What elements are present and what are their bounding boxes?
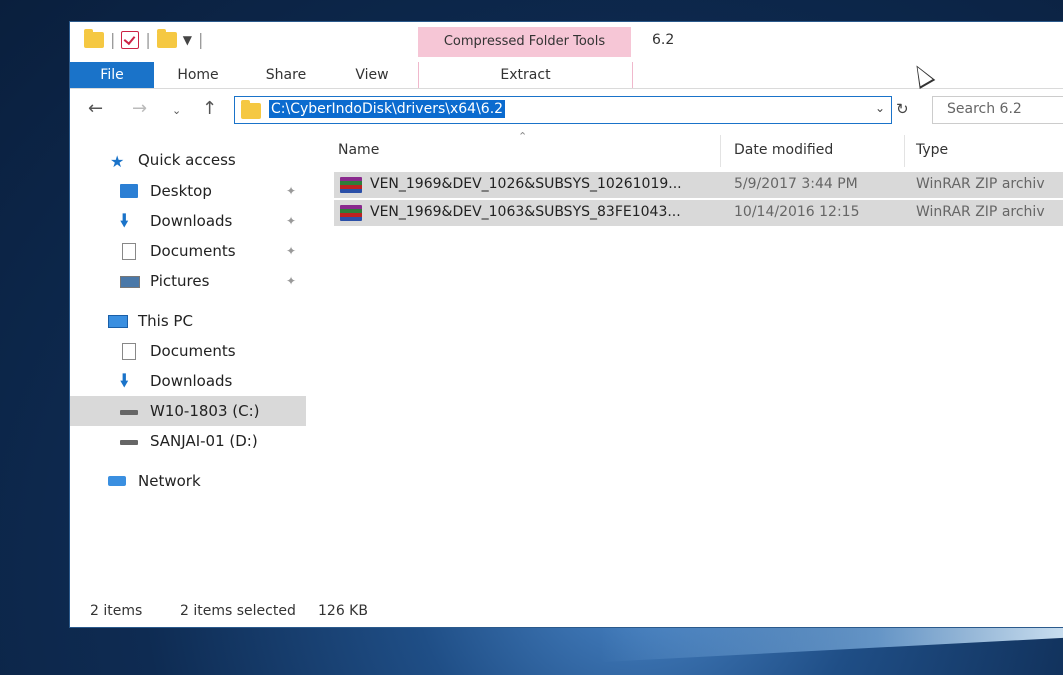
recent-locations-chevron-icon[interactable]: ⌄ [172,104,181,117]
toolbar-separator: | [110,30,116,49]
chevron-down-icon[interactable]: ⌄ [875,101,885,115]
sidebar-item-label: Documents [150,342,236,360]
file-type: WinRAR ZIP archiv [916,204,1045,220]
sidebar-item-downloads[interactable]: 🠛 Downloads ✦ [70,206,306,236]
pin-icon[interactable]: ✦ [286,206,296,236]
file-type: WinRAR ZIP archiv [916,176,1045,192]
column-divider[interactable] [720,135,721,167]
refresh-icon[interactable]: ↻ [896,100,909,118]
sidebar-item-pc-downloads[interactable]: 🠛 Downloads [70,366,306,396]
sidebar-item-desktop[interactable]: Desktop ✦ [70,176,306,206]
column-header-name[interactable]: Name [338,142,379,158]
customize-toolbar-icon[interactable]: ▼ [183,33,192,47]
tab-home[interactable]: Home [168,62,228,88]
pin-icon[interactable]: ✦ [286,176,296,206]
up-arrow-icon[interactable]: ↑ [202,98,217,119]
pin-icon[interactable]: ✦ [286,236,296,266]
file-row[interactable]: VEN_1969&DEV_1026&SUBSYS_10261019... 5/9… [334,172,1063,198]
search-placeholder: Search 6.2 [947,101,1022,117]
search-input[interactable]: Search 6.2 [932,96,1063,124]
pc-icon [108,315,128,328]
column-header-row: ⌃ Name Date modified Type [332,130,1063,170]
new-folder-icon[interactable] [156,28,177,48]
tab-view[interactable]: View [342,62,402,88]
download-icon: 🠛 [120,211,129,231]
sidebar-item-drive-d[interactable]: SANJAI-01 (D:) [70,426,306,456]
sidebar-item-this-pc[interactable]: This PC [70,306,306,336]
ribbon-divider [70,88,1063,89]
sidebar-item-quick-access[interactable]: ★ Quick access [70,144,306,176]
address-bar-row: ← → ⌄ ↑ C:\CyberIndoDisk\drivers\x64\6.2… [70,92,1063,130]
title-bar: | | ▼ | Compressed Folder Tools 6.2 [70,22,1063,62]
file-name: VEN_1969&DEV_1063&SUBSYS_83FE1043... [370,204,681,220]
properties-icon[interactable] [121,30,140,49]
desktop-icon [120,184,138,198]
selection-size: 126 KB [318,603,368,619]
sidebar-item-label: Downloads [150,212,233,230]
sidebar-item-label: SANJAI-01 (D:) [150,432,258,450]
sidebar-item-label: Downloads [150,372,233,390]
compressed-folder-tools-label: Compressed Folder Tools [418,27,631,57]
sort-ascending-icon: ⌃ [518,130,528,143]
pin-icon[interactable]: ✦ [286,266,296,296]
winrar-archive-icon [340,205,362,221]
file-name: VEN_1969&DEV_1026&SUBSYS_10261019... [370,176,682,192]
sidebar-item-documents[interactable]: Documents ✦ [70,236,306,266]
drive-icon [120,440,138,445]
column-header-date[interactable]: Date modified [734,142,833,158]
sidebar-item-network[interactable]: Network [70,466,306,496]
tab-extract[interactable]: Extract [418,62,633,88]
documents-icon [122,243,136,260]
toolbar-separator: | [198,30,204,49]
item-count: 2 items [90,603,143,619]
winrar-archive-icon [340,177,362,193]
sidebar-item-label: Desktop [150,182,212,200]
sidebar-item-pictures[interactable]: Pictures ✦ [70,266,306,296]
star-icon: ★ [110,152,125,171]
forward-arrow-icon[interactable]: → [132,98,147,119]
folder-icon [241,100,261,119]
column-header-type[interactable]: Type [916,142,948,158]
sidebar-item-label: Documents [150,242,236,260]
network-icon [108,476,126,486]
sidebar-item-label: This PC [138,312,193,330]
sidebar-item-pc-documents[interactable]: Documents [70,336,306,366]
drive-icon [120,410,138,415]
column-divider[interactable] [904,135,905,167]
back-arrow-icon[interactable]: ← [88,98,103,119]
toolbar-separator: | [145,30,151,49]
tab-share[interactable]: Share [256,62,316,88]
sidebar-item-label: Pictures [150,272,210,290]
file-date: 10/14/2016 12:15 [734,204,860,220]
file-explorer-window: | | ▼ | Compressed Folder Tools 6.2 File… [70,22,1063,627]
tab-file[interactable]: File [70,62,154,88]
sidebar-item-drive-c[interactable]: W10-1803 (C:) [70,396,306,426]
address-path[interactable]: C:\CyberIndoDisk\drivers\x64\6.2 [269,100,506,118]
documents-icon [122,343,136,360]
download-icon: 🠛 [120,371,129,391]
sidebar-item-label: W10-1803 (C:) [150,402,260,420]
pictures-icon [120,276,140,288]
sidebar-item-label: Network [138,472,201,490]
address-input[interactable]: C:\CyberIndoDisk\drivers\x64\6.2 ⌄ [234,96,892,124]
selection-count: 2 items selected [180,603,296,619]
folder-icon[interactable] [84,28,104,48]
file-date: 5/9/2017 3:44 PM [734,176,858,192]
status-bar: 2 items 2 items selected 126 KB [70,599,1063,627]
sidebar-item-label: Quick access [138,151,236,169]
window-title: 6.2 [652,32,675,48]
navigation-pane: ★ Quick access Desktop ✦ 🠛 Downloads ✦ D… [70,144,306,496]
quick-access-toolbar: | | ▼ | [84,28,204,49]
file-row[interactable]: VEN_1969&DEV_1063&SUBSYS_83FE1043... 10/… [334,200,1063,226]
